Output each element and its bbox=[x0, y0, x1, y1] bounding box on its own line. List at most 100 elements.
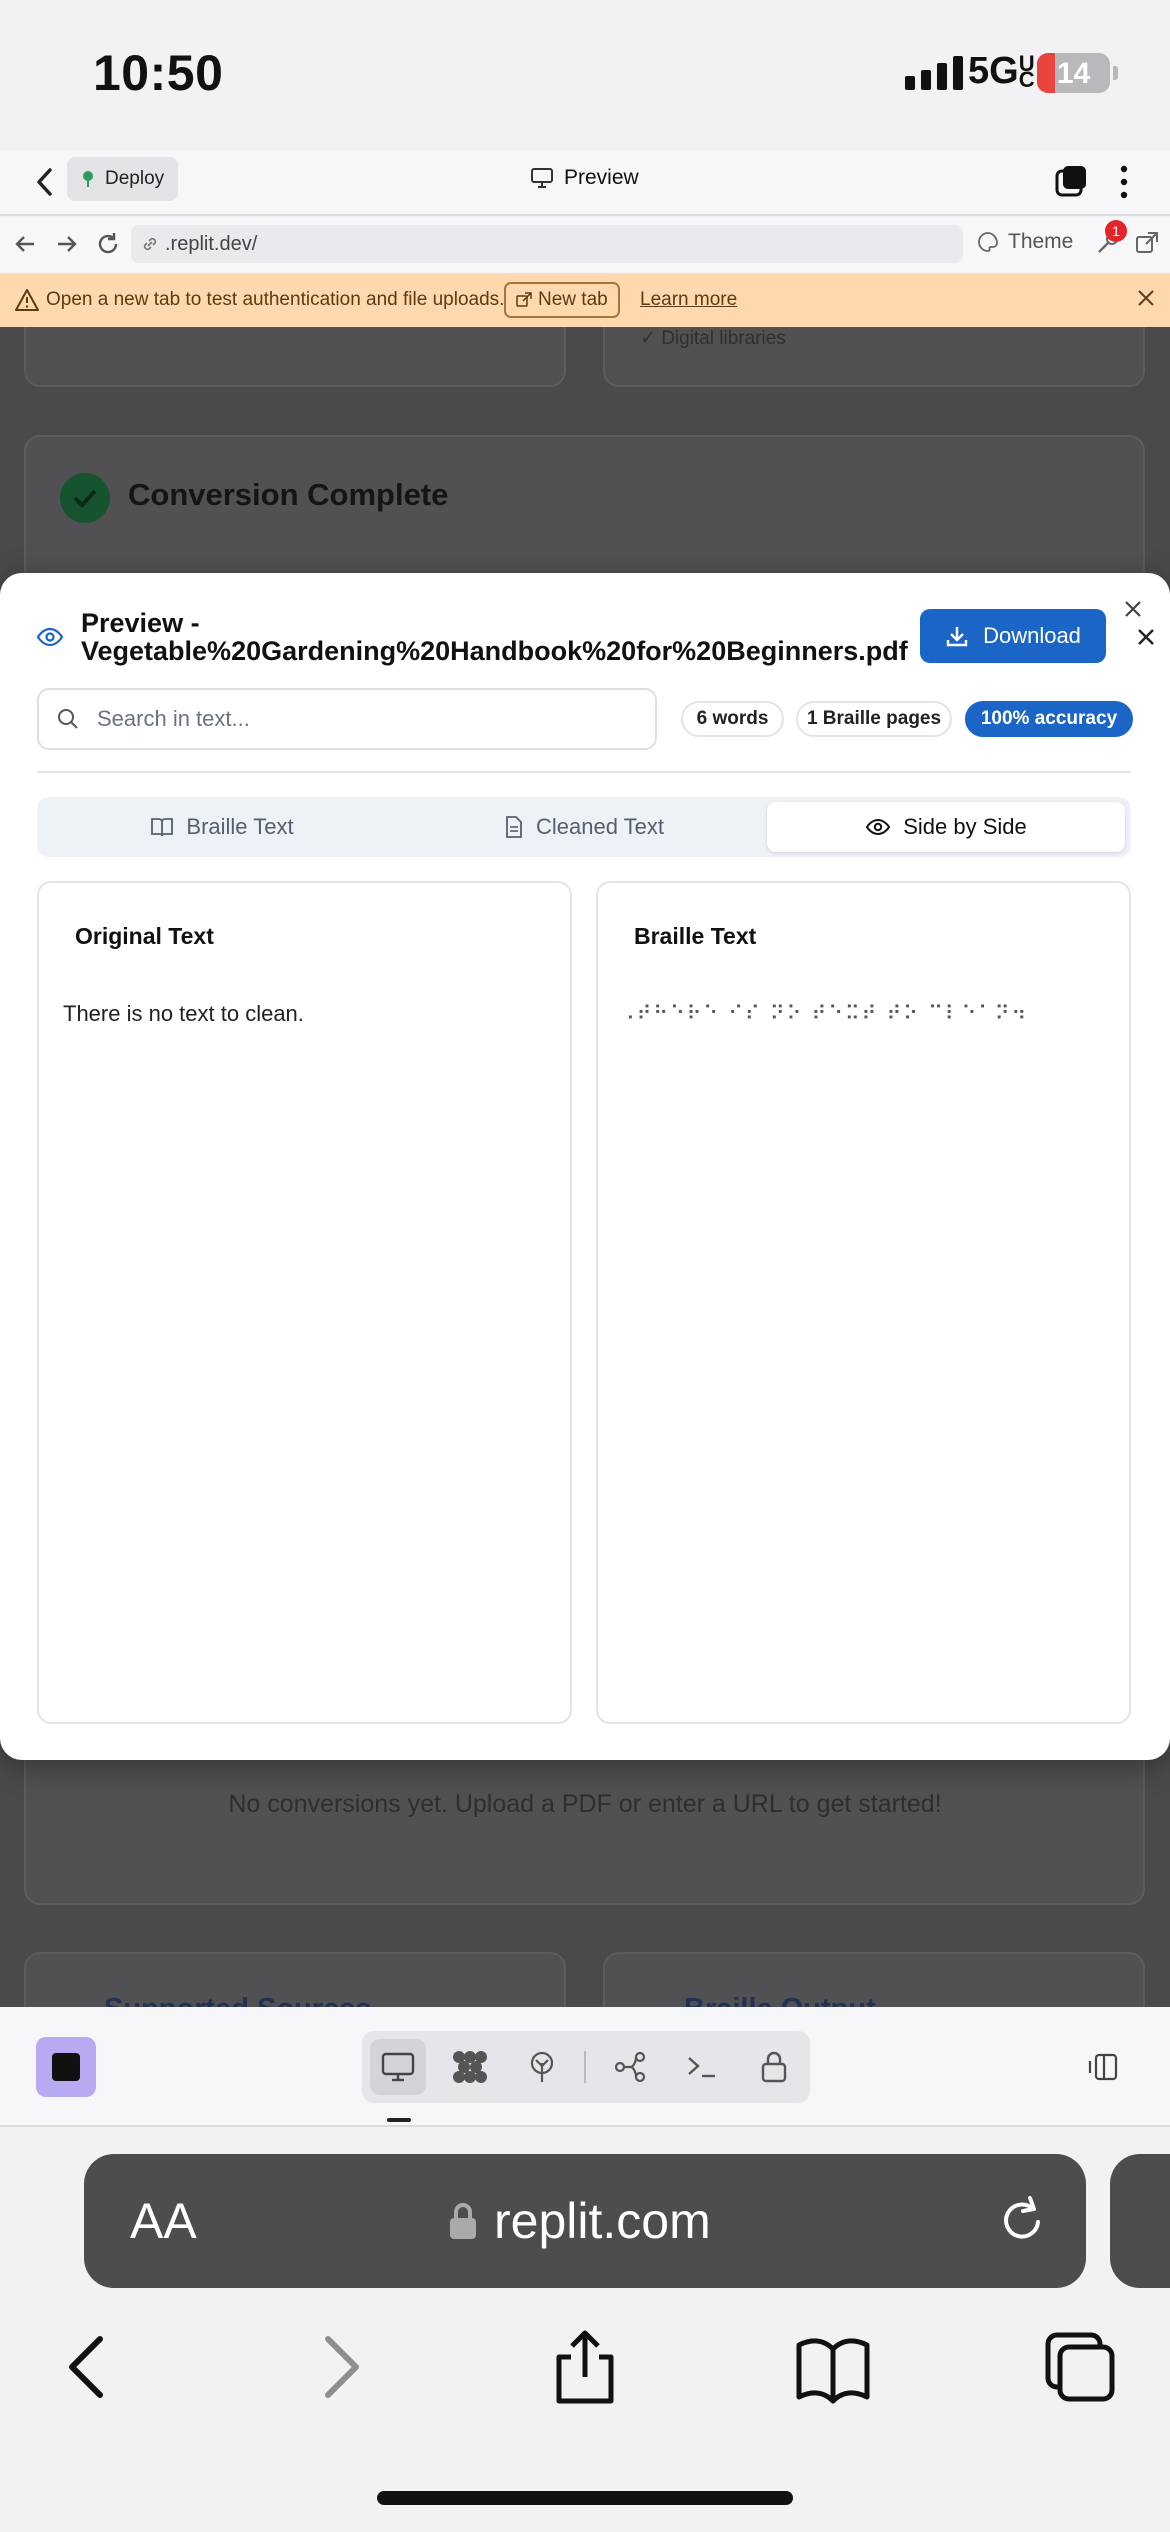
bg-braille-output: Braille Output bbox=[684, 1993, 876, 2007]
back-icon[interactable] bbox=[48, 2327, 128, 2407]
tab-cleaned-text[interactable]: Cleaned Text bbox=[405, 802, 763, 852]
more-menu-icon[interactable] bbox=[1112, 164, 1136, 200]
forward-icon[interactable] bbox=[300, 2327, 380, 2407]
back-chevron-icon[interactable] bbox=[30, 164, 60, 200]
modal-filename: Vegetable%20Gardening%20Handbook%20for%2… bbox=[81, 636, 908, 666]
braille-text-title: Braille Text bbox=[634, 923, 757, 949]
tabs-overview-icon[interactable] bbox=[1040, 2327, 1120, 2407]
deployments-tool-button[interactable] bbox=[514, 2039, 570, 2095]
preview-label: Preview bbox=[564, 166, 639, 189]
replit-top-bar: Deploy Preview bbox=[0, 150, 1170, 216]
preview-title: Preview bbox=[530, 166, 639, 190]
download-button[interactable]: Download bbox=[920, 609, 1106, 663]
battery-level: 14 bbox=[1056, 57, 1091, 90]
stop-button[interactable] bbox=[36, 2037, 96, 2097]
modal-title: Preview - Vegetable%20Gardening%20Handbo… bbox=[81, 609, 921, 665]
status-bar: 10:50 5GU C 14 bbox=[0, 0, 1170, 150]
notice-message: Open a new tab to test authentication an… bbox=[46, 289, 505, 310]
replit-bottom-toolbar bbox=[0, 2007, 1170, 2127]
empty-state-message: No conversions yet. Upload a PDF or ente… bbox=[228, 1790, 942, 1818]
tab-cleaned-text-label: Cleaned Text bbox=[535, 814, 664, 839]
learn-more-link[interactable]: Learn more bbox=[640, 289, 737, 311]
safari-address-bar[interactable]: AA replit.com bbox=[84, 2154, 1086, 2288]
word-count-badge: 6 words bbox=[681, 701, 784, 737]
file-text-icon bbox=[506, 816, 522, 838]
panel-toggle-icon[interactable] bbox=[1086, 2051, 1120, 2083]
link-icon bbox=[143, 237, 157, 251]
tab-side-by-side[interactable]: Side by Side bbox=[767, 802, 1125, 852]
original-text-panel: Original Text There is no text to clean. bbox=[37, 881, 572, 1724]
bg-supported-sources: Supported Sources bbox=[104, 1993, 372, 2007]
shell-tool-button[interactable] bbox=[674, 2039, 730, 2095]
check-circle-icon bbox=[60, 473, 110, 523]
battery-icon: 14 bbox=[1037, 53, 1110, 93]
deploy-button[interactable]: Deploy bbox=[67, 157, 179, 201]
warning-icon bbox=[15, 289, 39, 311]
eye-icon bbox=[866, 818, 891, 836]
deploy-tree-icon bbox=[530, 2051, 554, 2082]
new-tab-label: New tab bbox=[538, 289, 608, 310]
active-tool-indicator bbox=[387, 2118, 411, 2122]
new-tab-button[interactable]: New tab bbox=[504, 282, 620, 318]
search-in-text bbox=[37, 688, 657, 750]
safari-toolbar: AA replit.com bbox=[0, 2127, 1170, 2532]
arrow-right-icon[interactable] bbox=[52, 230, 80, 258]
secrets-tool-button[interactable] bbox=[746, 2039, 802, 2095]
bookmarks-icon[interactable] bbox=[793, 2327, 873, 2407]
palette-icon bbox=[978, 232, 998, 252]
lock-icon bbox=[761, 2051, 787, 2083]
accuracy-badge: 100% accuracy bbox=[965, 701, 1133, 737]
home-indicator bbox=[377, 2491, 793, 2505]
monitor-icon bbox=[531, 168, 553, 188]
webview-url-bar: .replit.dev/ Theme 1 bbox=[0, 218, 1170, 272]
status-time: 10:50 bbox=[93, 45, 224, 101]
deploy-icon bbox=[83, 171, 93, 187]
book-open-icon bbox=[151, 818, 174, 837]
preview-modal: Preview - Vegetable%20Gardening%20Handbo… bbox=[0, 573, 1170, 1760]
tabs-icon[interactable] bbox=[1054, 164, 1088, 198]
close-icon[interactable] bbox=[1135, 287, 1157, 309]
external-link-icon bbox=[516, 292, 532, 307]
refresh-icon[interactable] bbox=[94, 230, 122, 258]
signal-icon bbox=[905, 56, 963, 90]
monitor-icon bbox=[381, 2052, 415, 2082]
conversion-complete-title: Conversion Complete bbox=[128, 477, 449, 512]
theme-label: Theme bbox=[1008, 230, 1074, 253]
url-field[interactable]: .replit.dev/ bbox=[131, 225, 963, 263]
tab-side-by-side-label: Side by Side bbox=[903, 814, 1027, 839]
reader-settings-button[interactable]: AA bbox=[130, 2192, 197, 2250]
original-text-title: Original Text bbox=[75, 923, 214, 949]
stop-icon bbox=[52, 2053, 80, 2081]
notice-banner: Open a new tab to test authentication an… bbox=[0, 273, 1170, 327]
agent-icon bbox=[453, 2051, 487, 2083]
theme-button[interactable]: Theme bbox=[976, 230, 1073, 254]
search-input[interactable] bbox=[97, 706, 597, 732]
tool-switcher bbox=[362, 2031, 810, 2103]
braille-text-content: ⠠⠞⠓⠑⠗⠑ ⠊⠎ ⠝⠕ ⠞⠑⠭⠞ ⠞⠕ ⠉⠇⠑⠁⠝⠲ bbox=[620, 1001, 1029, 1025]
close-modal-icon[interactable] bbox=[1134, 625, 1158, 649]
agent-tool-button[interactable] bbox=[442, 2039, 498, 2095]
terminal-icon bbox=[688, 2057, 715, 2078]
git-tool-button[interactable] bbox=[602, 2039, 658, 2095]
preview-tool-button[interactable] bbox=[370, 2039, 426, 2095]
download-label: Download bbox=[983, 623, 1081, 648]
view-tabs: Braille Text Cleaned Text Side by Side bbox=[37, 797, 1131, 857]
tab-braille-text[interactable]: Braille Text bbox=[43, 802, 401, 852]
reload-icon[interactable] bbox=[994, 2192, 1050, 2248]
share-icon[interactable] bbox=[545, 2327, 625, 2407]
search-icon bbox=[58, 709, 78, 729]
lock-icon bbox=[450, 2203, 476, 2239]
close-icon[interactable] bbox=[1121, 597, 1145, 621]
tab-braille-text-label: Braille Text bbox=[186, 814, 294, 839]
external-link-icon[interactable] bbox=[1134, 230, 1160, 256]
devtools-button[interactable]: 1 bbox=[1095, 220, 1127, 258]
git-icon bbox=[614, 2051, 646, 2083]
safari-domain: replit.com bbox=[448, 2192, 711, 2250]
modal-title-prefix: Preview - bbox=[81, 608, 200, 638]
arrow-left-icon[interactable] bbox=[12, 230, 40, 258]
braille-text-panel: Braille Text ⠠⠞⠓⠑⠗⠑ ⠊⠎ ⠝⠕ ⠞⠑⠭⠞ ⠞⠕ ⠉⠇⠑⠁⠝⠲ bbox=[596, 881, 1131, 1724]
network-label: 5GU C bbox=[968, 50, 1035, 92]
download-icon bbox=[946, 627, 968, 647]
original-text-content: There is no text to clean. bbox=[63, 1001, 304, 1026]
next-tab-preview[interactable] bbox=[1110, 2154, 1170, 2288]
